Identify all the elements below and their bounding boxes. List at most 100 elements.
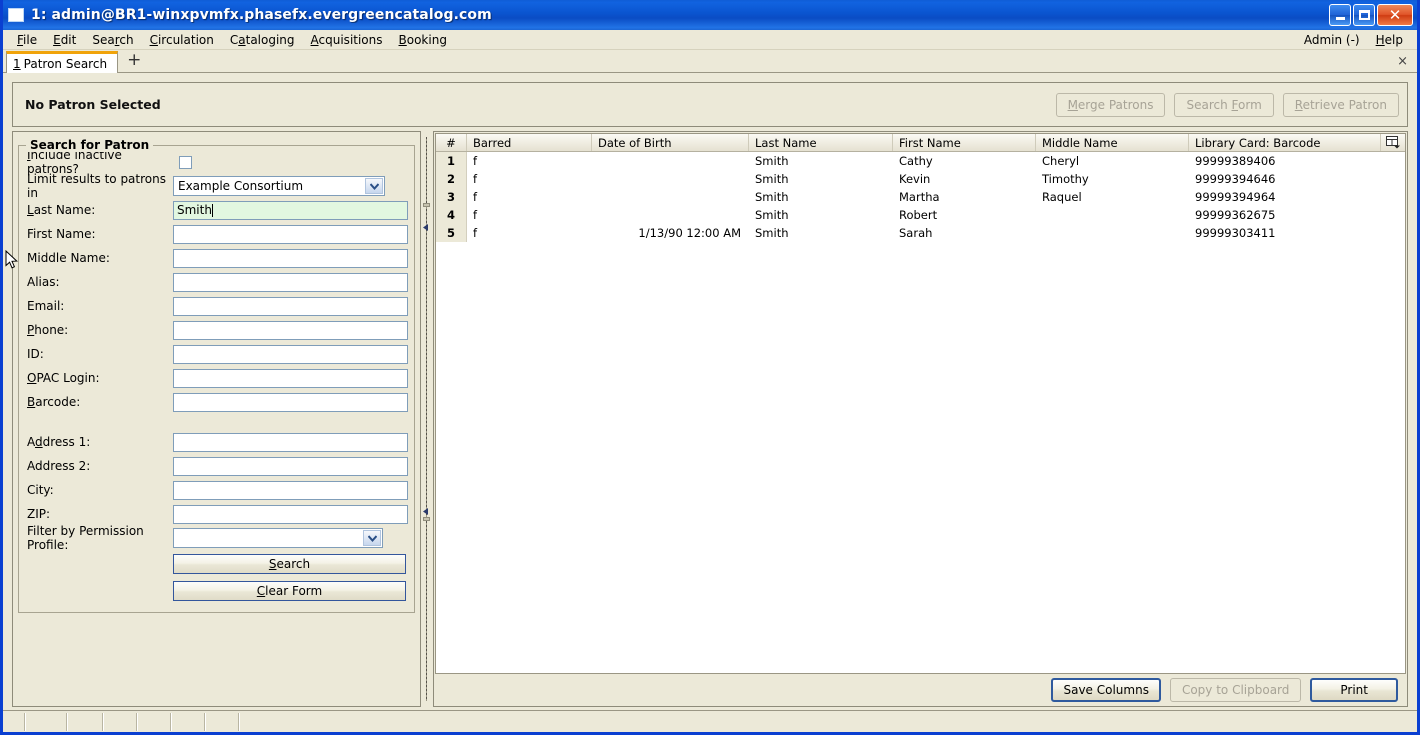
column-header-dob[interactable]: Date of Birth bbox=[592, 134, 749, 151]
close-icon: ✕ bbox=[1388, 5, 1402, 24]
search-form-legend: Search for Patron bbox=[26, 138, 154, 152]
column-header-middle-name[interactable]: Middle Name bbox=[1036, 134, 1189, 151]
zip-input[interactable] bbox=[173, 504, 408, 524]
search-button[interactable]: Search bbox=[173, 553, 406, 574]
cell-barred: f bbox=[473, 190, 478, 204]
org-unit-select[interactable]: Example Consortium bbox=[173, 176, 385, 196]
city-label: City: bbox=[27, 483, 54, 497]
row-search-button: Search bbox=[25, 550, 408, 577]
middle-name-input[interactable] bbox=[173, 248, 408, 268]
column-header-first-name[interactable]: First Name bbox=[893, 134, 1036, 151]
tab-index: 1 bbox=[13, 56, 21, 71]
close-button[interactable]: ✕ bbox=[1377, 4, 1413, 26]
form-spacer bbox=[25, 414, 408, 430]
last-name-input[interactable]: Smith bbox=[173, 200, 408, 220]
alias-input[interactable] bbox=[173, 272, 408, 292]
menu-search[interactable]: Search bbox=[84, 31, 141, 49]
email-input[interactable] bbox=[173, 296, 408, 316]
cell-middle-name: Raquel bbox=[1042, 190, 1082, 204]
status-bar bbox=[3, 710, 1417, 732]
row-address-2: Address 2: bbox=[25, 454, 408, 478]
search-form-button[interactable]: Search Form bbox=[1174, 92, 1274, 117]
opac-login-label: OPAC Login: bbox=[27, 371, 100, 385]
barcode-input[interactable] bbox=[173, 392, 408, 412]
zip-label: ZIP: bbox=[27, 507, 51, 521]
menu-right-group: Admin (-) Help bbox=[1296, 31, 1411, 49]
copy-to-clipboard-button[interactable]: Copy to Clipboard bbox=[1169, 677, 1302, 702]
table-row[interactable]: 3 f Smith Martha Raquel 99999394964 bbox=[436, 188, 1405, 206]
barcode-label: Barcode: bbox=[27, 395, 81, 409]
cell-dob bbox=[592, 188, 749, 206]
limit-results-label: Limit results to patrons in bbox=[27, 172, 166, 200]
row-first-name: First Name: bbox=[25, 222, 408, 246]
menu-acquisitions[interactable]: Acquisitions bbox=[303, 31, 391, 49]
row-city: City: bbox=[25, 478, 408, 502]
column-header-num[interactable]: # bbox=[436, 134, 467, 151]
status-cell-5 bbox=[138, 713, 172, 731]
cell-num: 5 bbox=[436, 224, 467, 242]
permission-profile-label: Filter by Permission Profile: bbox=[27, 524, 144, 552]
menu-edit[interactable]: Edit bbox=[45, 31, 84, 49]
status-cell-4 bbox=[104, 713, 138, 731]
maximize-button[interactable] bbox=[1353, 4, 1375, 26]
address-1-input[interactable] bbox=[173, 432, 408, 452]
phone-input[interactable] bbox=[173, 320, 408, 340]
tab-label: Patron Search bbox=[23, 56, 108, 71]
cell-picker-pad bbox=[1381, 224, 1405, 242]
id-input[interactable] bbox=[173, 344, 408, 364]
menu-booking[interactable]: Booking bbox=[391, 31, 455, 49]
tab-patron-search[interactable]: 1 Patron Search bbox=[6, 51, 119, 73]
application-window: 1: admin@BR1-winxpvmfx.phasefx.evergreen… bbox=[0, 0, 1420, 735]
table-row[interactable]: 2 f Smith Kevin Timothy 99999394646 bbox=[436, 170, 1405, 188]
collapse-left-icon-2[interactable] bbox=[423, 500, 430, 515]
cell-last-name: Smith bbox=[755, 226, 789, 240]
row-id: ID: bbox=[25, 342, 408, 366]
middle-name-label: Middle Name: bbox=[27, 251, 110, 265]
city-input[interactable] bbox=[173, 480, 408, 500]
clear-form-button[interactable]: Clear Form bbox=[173, 580, 406, 601]
address-2-input[interactable] bbox=[173, 456, 408, 476]
collapse-left-icon[interactable] bbox=[423, 216, 430, 231]
retrieve-patron-button[interactable]: Retrieve Patron bbox=[1282, 92, 1399, 117]
menu-admin[interactable]: Admin (-) bbox=[1296, 31, 1368, 49]
row-barcode: Barcode: bbox=[25, 390, 408, 414]
main-split: Search for Patron Include inactive patro… bbox=[12, 131, 1408, 707]
tab-close-button[interactable]: × bbox=[1397, 54, 1417, 69]
menu-help[interactable]: Help bbox=[1368, 31, 1411, 49]
status-cell-6 bbox=[172, 713, 206, 731]
cell-first-name: Martha bbox=[899, 190, 940, 204]
opac-login-input[interactable] bbox=[173, 368, 408, 388]
cell-picker-pad bbox=[1381, 152, 1405, 170]
table-row[interactable]: 5 f 1/13/90 12:00 AM Smith Sarah 9999930… bbox=[436, 224, 1405, 242]
column-header-library-card[interactable]: Library Card: Barcode bbox=[1189, 134, 1381, 151]
include-inactive-checkbox[interactable] bbox=[179, 155, 192, 169]
table-row[interactable]: 1 f Smith Cathy Cheryl 99999389406 bbox=[436, 152, 1405, 170]
cell-last-name: Smith bbox=[755, 208, 789, 222]
column-header-last-name[interactable]: Last Name bbox=[749, 134, 893, 151]
permission-profile-select[interactable] bbox=[173, 528, 383, 548]
minimize-button[interactable] bbox=[1329, 4, 1351, 26]
splitter-cap-top bbox=[423, 203, 430, 207]
panel-splitter[interactable] bbox=[421, 131, 433, 707]
merge-patrons-button[interactable]: Merge Patrons bbox=[1055, 92, 1166, 117]
cell-dob: 1/13/90 12:00 AM bbox=[638, 226, 741, 240]
cell-picker-pad bbox=[1381, 170, 1405, 188]
row-phone: Phone: bbox=[25, 318, 408, 342]
save-columns-button[interactable]: Save Columns bbox=[1051, 677, 1161, 702]
first-name-input[interactable] bbox=[173, 224, 408, 244]
menu-cataloging[interactable]: Cataloging bbox=[222, 31, 303, 49]
print-button[interactable]: Print bbox=[1310, 677, 1398, 702]
new-tab-button[interactable]: + bbox=[118, 50, 150, 70]
cell-middle-name: Cheryl bbox=[1042, 154, 1080, 168]
search-for-patron-fieldset: Search for Patron Include inactive patro… bbox=[18, 138, 415, 613]
cell-first-name: Cathy bbox=[899, 154, 933, 168]
column-header-barred[interactable]: Barred bbox=[467, 134, 592, 151]
menu-circulation[interactable]: Circulation bbox=[142, 31, 222, 49]
table-row[interactable]: 4 f Smith Robert 99999362675 bbox=[436, 206, 1405, 224]
menu-file[interactable]: File bbox=[9, 31, 45, 49]
cell-dob bbox=[592, 170, 749, 188]
column-picker-icon[interactable] bbox=[1381, 134, 1405, 151]
results-rows: 1 f Smith Cathy Cheryl 99999389406 2 f S… bbox=[436, 152, 1405, 673]
status-cell-rest bbox=[240, 713, 1416, 731]
row-clear-button: Clear Form bbox=[25, 577, 408, 604]
